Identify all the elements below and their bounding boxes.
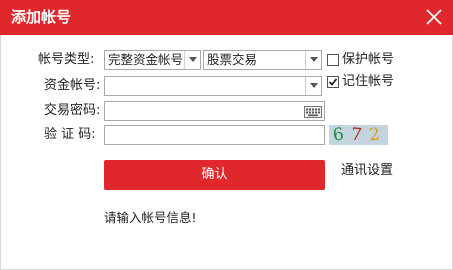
- account-type-dropdown-arrow[interactable]: [184, 51, 200, 69]
- keyboard-icon: [304, 106, 322, 118]
- trade-password-label: 交易密码:: [44, 103, 101, 118]
- status-message: 请输入帐号信息!: [104, 210, 197, 225]
- title-bar: 添加帐号: [0, 0, 453, 35]
- account-type-label: 帐号类型:: [38, 52, 95, 67]
- captcha-image[interactable]: 6 7 2 3: [329, 125, 388, 145]
- account-type-select[interactable]: 完整资金帐号: [104, 50, 201, 70]
- captcha-char: 6: [331, 125, 347, 145]
- account-type-value: 完整资金帐号: [108, 52, 184, 67]
- chevron-down-icon: [310, 57, 318, 62]
- chevron-down-icon: [189, 57, 197, 62]
- protect-account-label: 保护帐号: [342, 52, 395, 67]
- virtual-keyboard-button[interactable]: [304, 104, 322, 118]
- protect-account-checkbox[interactable]: [327, 54, 339, 66]
- dialog-body: [0, 35, 453, 270]
- protect-account-option[interactable]: 保护帐号: [327, 52, 397, 68]
- trade-type-dropdown-arrow[interactable]: [305, 51, 321, 69]
- captcha-input[interactable]: [104, 125, 325, 145]
- close-button[interactable]: [423, 6, 445, 28]
- comm-settings-link[interactable]: 通讯设置: [341, 163, 393, 179]
- captcha-char: 7: [350, 125, 365, 145]
- remember-account-label: 记住帐号: [342, 74, 395, 89]
- window-title: 添加帐号: [11, 8, 72, 26]
- fund-account-select[interactable]: [104, 76, 322, 96]
- trade-type-value: 股票交易: [207, 52, 258, 67]
- captcha-label: 验 证 码:: [44, 127, 96, 142]
- chevron-down-icon: [310, 83, 318, 88]
- fund-account-dropdown-arrow[interactable]: [305, 77, 321, 95]
- confirm-button[interactable]: 确认: [104, 160, 325, 190]
- trade-type-select[interactable]: 股票交易: [203, 50, 322, 70]
- fund-account-label: 资金帐号:: [44, 78, 101, 93]
- remember-account-option[interactable]: 记住帐号: [327, 74, 397, 90]
- remember-account-checkbox[interactable]: [327, 76, 339, 88]
- captcha-char: 2: [368, 125, 382, 145]
- trade-password-input[interactable]: [104, 101, 325, 121]
- close-icon: [426, 9, 442, 25]
- checkmark-icon: [328, 78, 338, 86]
